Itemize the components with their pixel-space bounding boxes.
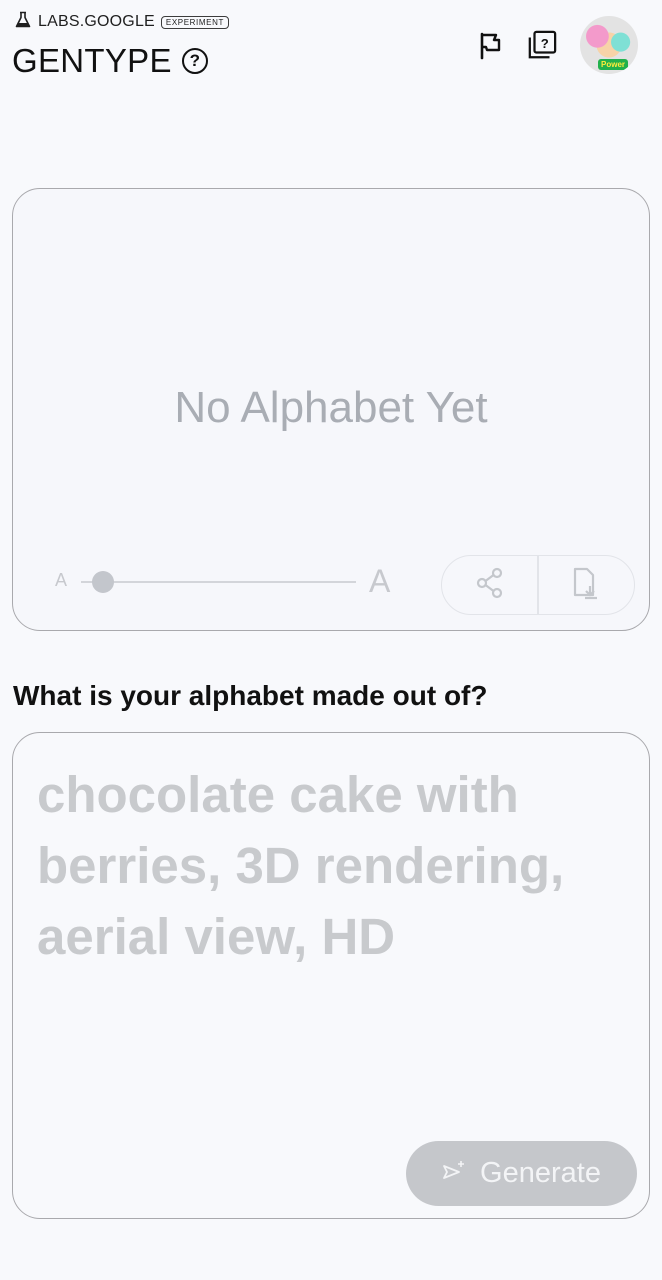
help-glyph: ?	[189, 51, 200, 70]
alphabet-preview-card: No Alphabet Yet A A	[12, 188, 650, 631]
page-title: GENTYPE	[12, 42, 172, 79]
size-small-label: A	[55, 570, 68, 590]
prompt-input[interactable]	[37, 759, 627, 1119]
avatar-tag: Power	[598, 59, 629, 70]
flask-icon	[14, 11, 32, 34]
generate-label: Generate	[480, 1157, 601, 1189]
flag-icon[interactable]	[476, 31, 506, 61]
svg-text:?: ?	[541, 36, 549, 51]
generate-button[interactable]: Generate	[406, 1141, 637, 1206]
preview-actions	[441, 555, 635, 615]
avatar[interactable]: Power	[580, 16, 638, 74]
brand-name: LABS.GOOGLE	[38, 13, 155, 30]
help-circle-icon[interactable]: ?	[181, 48, 208, 74]
size-slider-thumb[interactable]	[92, 571, 114, 593]
brand[interactable]: LABS.GOOGLE EXPERIMENT	[14, 11, 229, 34]
prompt-card: Generate	[12, 732, 650, 1219]
empty-state-message: No Alphabet Yet	[174, 383, 488, 432]
question-stack-icon[interactable]: ?	[527, 30, 557, 60]
prompt-question: What is your alphabet made out of?	[13, 680, 488, 711]
experiment-badge: EXPERIMENT	[160, 15, 229, 29]
share-button[interactable]	[442, 556, 537, 614]
size-large-label: A	[369, 563, 391, 599]
download-button[interactable]	[539, 556, 634, 614]
size-slider-track[interactable]	[81, 581, 356, 583]
send-sparkle-icon	[442, 1157, 466, 1190]
share-icon	[475, 567, 505, 604]
title-row: GENTYPE ?	[12, 42, 208, 80]
download-file-icon	[571, 566, 601, 605]
